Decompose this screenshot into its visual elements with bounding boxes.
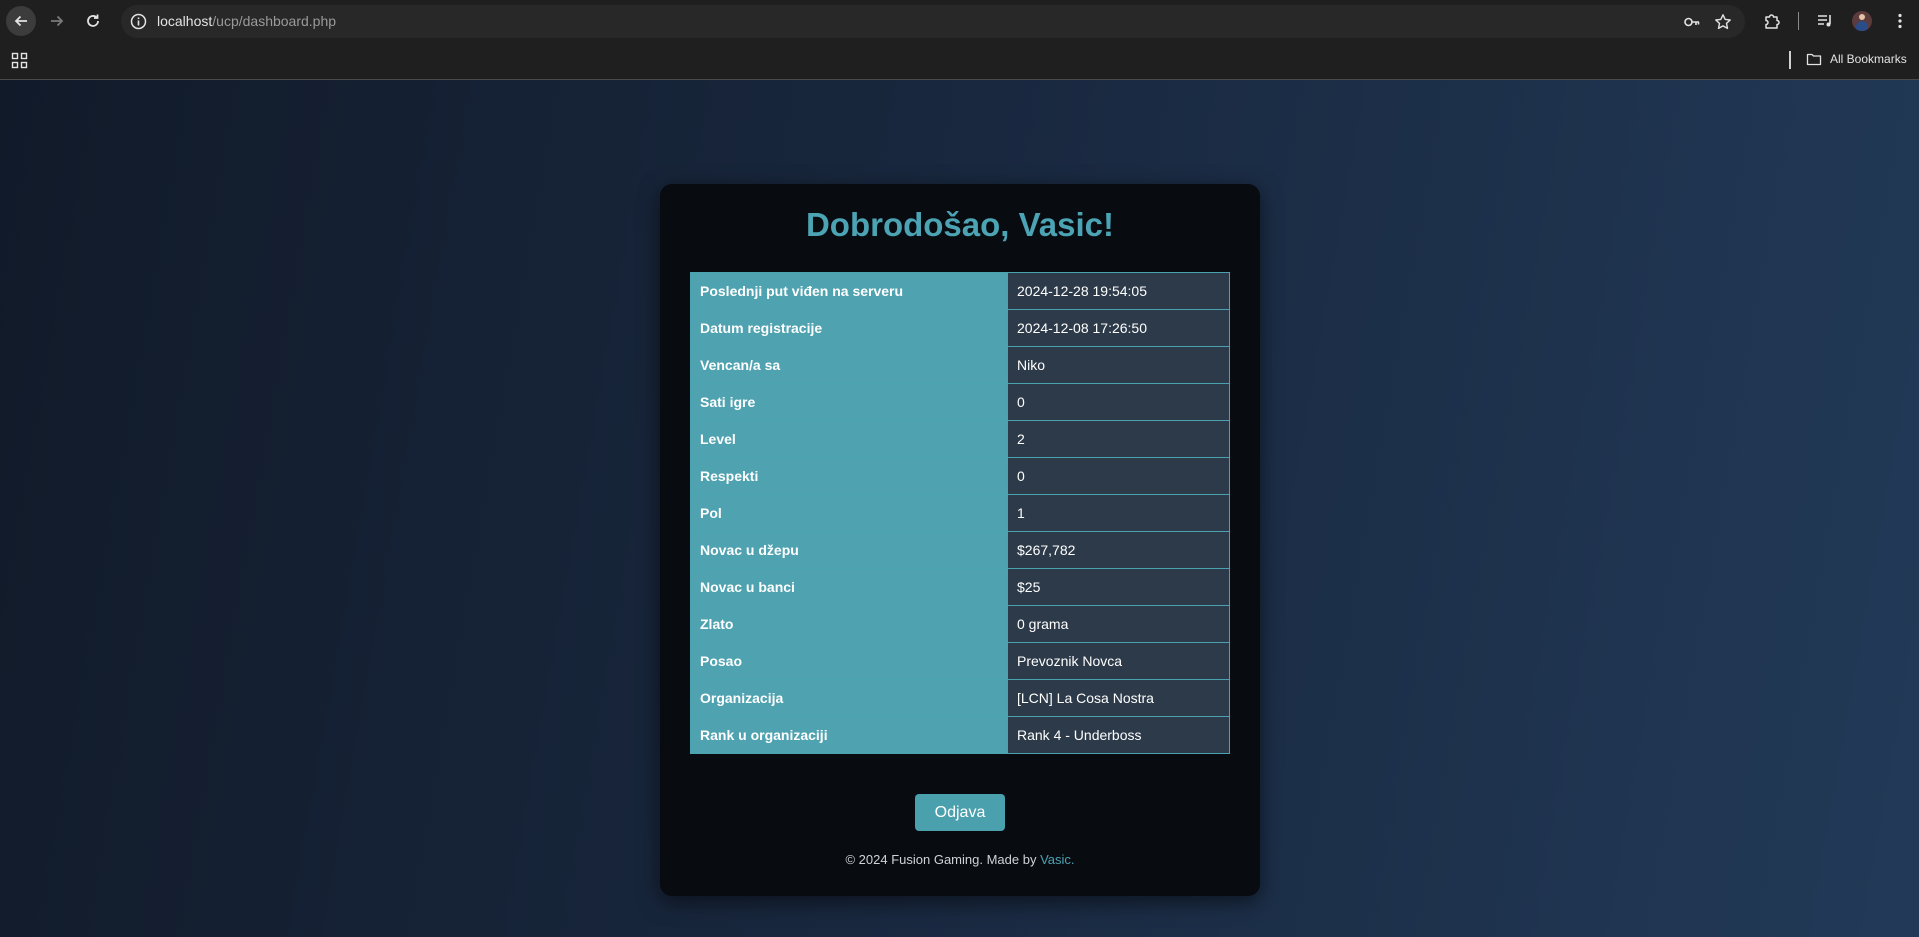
stat-label: Respekti bbox=[690, 457, 1008, 495]
stat-value: 2024-12-28 19:54:05 bbox=[1007, 272, 1230, 310]
dashboard-card: Dobrodošao, Vasic! Poslednji put viđen n… bbox=[660, 184, 1260, 896]
stat-label: Zlato bbox=[690, 605, 1008, 643]
stat-value: Rank 4 - Underboss bbox=[1007, 716, 1230, 754]
stat-value: Niko bbox=[1007, 346, 1230, 384]
stat-value: 2 bbox=[1007, 420, 1230, 458]
table-row: Rank u organizaciji Rank 4 - Underboss bbox=[690, 716, 1230, 754]
back-arrow-icon bbox=[14, 15, 27, 27]
stats-table-body: Poslednji put viđen na serveru 2024-12-28… bbox=[690, 272, 1230, 754]
bookmarks-bar: All Bookmarks bbox=[0, 43, 1919, 80]
logout-button[interactable]: Odjava bbox=[915, 794, 1005, 831]
forward-button[interactable] bbox=[42, 6, 72, 36]
stat-value: 2024-12-08 17:26:50 bbox=[1007, 309, 1230, 347]
browser-chrome: localhost/ucp/dashboard.php All Bookmark… bbox=[0, 0, 1919, 80]
stat-value: 0 bbox=[1007, 457, 1230, 495]
stat-label: Vencan/a sa bbox=[690, 346, 1008, 384]
stat-value: Prevoznik Novca bbox=[1007, 642, 1230, 680]
all-bookmarks-link[interactable]: All Bookmarks bbox=[1830, 52, 1907, 66]
stat-label: Poslednji put viđen na serveru bbox=[690, 272, 1008, 310]
site-info-icon[interactable] bbox=[130, 13, 147, 30]
stat-label: Pol bbox=[690, 494, 1008, 532]
url-host: localhost bbox=[157, 13, 213, 29]
url-path: /ucp/dashboard.php bbox=[212, 13, 337, 29]
stat-value: 0 bbox=[1007, 383, 1230, 421]
back-button[interactable] bbox=[6, 6, 36, 36]
table-row: Poslednji put viđen na serveru 2024-12-28… bbox=[690, 272, 1230, 310]
reload-button[interactable] bbox=[78, 6, 108, 36]
table-row: Pol 1 bbox=[690, 494, 1230, 532]
stat-label: Posao bbox=[690, 642, 1008, 680]
stat-value: $267,782 bbox=[1007, 531, 1230, 569]
stat-value: 0 grama bbox=[1007, 605, 1230, 643]
bookmark-star-icon[interactable] bbox=[1714, 13, 1732, 31]
footer-author-link[interactable]: Vasic. bbox=[1040, 852, 1074, 867]
table-row: Novac u džepu $267,782 bbox=[690, 531, 1230, 569]
table-row: Respekti 0 bbox=[690, 457, 1230, 495]
stat-label: Organizacija bbox=[690, 679, 1008, 717]
table-row: Sati igre 0 bbox=[690, 383, 1230, 421]
stat-label: Sati igre bbox=[690, 383, 1008, 421]
toolbar-divider bbox=[1798, 12, 1799, 30]
reload-icon bbox=[87, 14, 99, 27]
apps-grid-icon[interactable] bbox=[11, 52, 28, 69]
browser-toolbar: localhost/ucp/dashboard.php bbox=[0, 0, 1919, 43]
url-text[interactable]: localhost/ucp/dashboard.php bbox=[157, 13, 336, 29]
address-bar[interactable]: localhost/ucp/dashboard.php bbox=[121, 5, 1745, 38]
profile-avatar-icon[interactable] bbox=[1852, 11, 1872, 31]
table-row: Vencan/a sa Niko bbox=[690, 346, 1230, 384]
footer-text: © 2024 Fusion Gaming. Made by bbox=[845, 852, 1041, 867]
table-row: Posao Prevoznik Novca bbox=[690, 642, 1230, 680]
player-stats-table: Poslednji put viđen na serveru 2024-12-28… bbox=[690, 272, 1230, 754]
stat-label: Level bbox=[690, 420, 1008, 458]
footer: © 2024 Fusion Gaming. Made by Vasic. bbox=[660, 852, 1260, 867]
stat-label: Rank u organizaciji bbox=[690, 716, 1008, 754]
forward-arrow-icon bbox=[51, 15, 64, 27]
table-row: Organizacija [LCN] La Cosa Nostra bbox=[690, 679, 1230, 717]
avatar-head bbox=[1859, 14, 1865, 20]
stat-label: Datum registracije bbox=[690, 309, 1008, 347]
stat-label: Novac u banci bbox=[690, 568, 1008, 606]
table-row: Novac u banci $25 bbox=[690, 568, 1230, 606]
menu-icon[interactable] bbox=[1891, 12, 1909, 30]
bookmarks-divider bbox=[1789, 51, 1791, 69]
stat-value: 1 bbox=[1007, 494, 1230, 532]
avatar-body bbox=[1856, 21, 1868, 31]
password-key-icon[interactable] bbox=[1683, 13, 1701, 31]
extensions-icon[interactable] bbox=[1763, 12, 1781, 30]
stat-value: [LCN] La Cosa Nostra bbox=[1007, 679, 1230, 717]
table-row: Datum registracije 2024-12-08 17:26:50 bbox=[690, 309, 1230, 347]
stat-value: $25 bbox=[1007, 568, 1230, 606]
stat-label: Novac u džepu bbox=[690, 531, 1008, 569]
table-row: Zlato 0 grama bbox=[690, 605, 1230, 643]
page-background: Dobrodošao, Vasic! Poslednji put viđen n… bbox=[0, 80, 1919, 937]
welcome-title: Dobrodošao, Vasic! bbox=[805, 206, 1115, 243]
table-row: Level 2 bbox=[690, 420, 1230, 458]
media-control-icon[interactable] bbox=[1816, 12, 1834, 30]
folder-icon[interactable] bbox=[1806, 51, 1822, 67]
